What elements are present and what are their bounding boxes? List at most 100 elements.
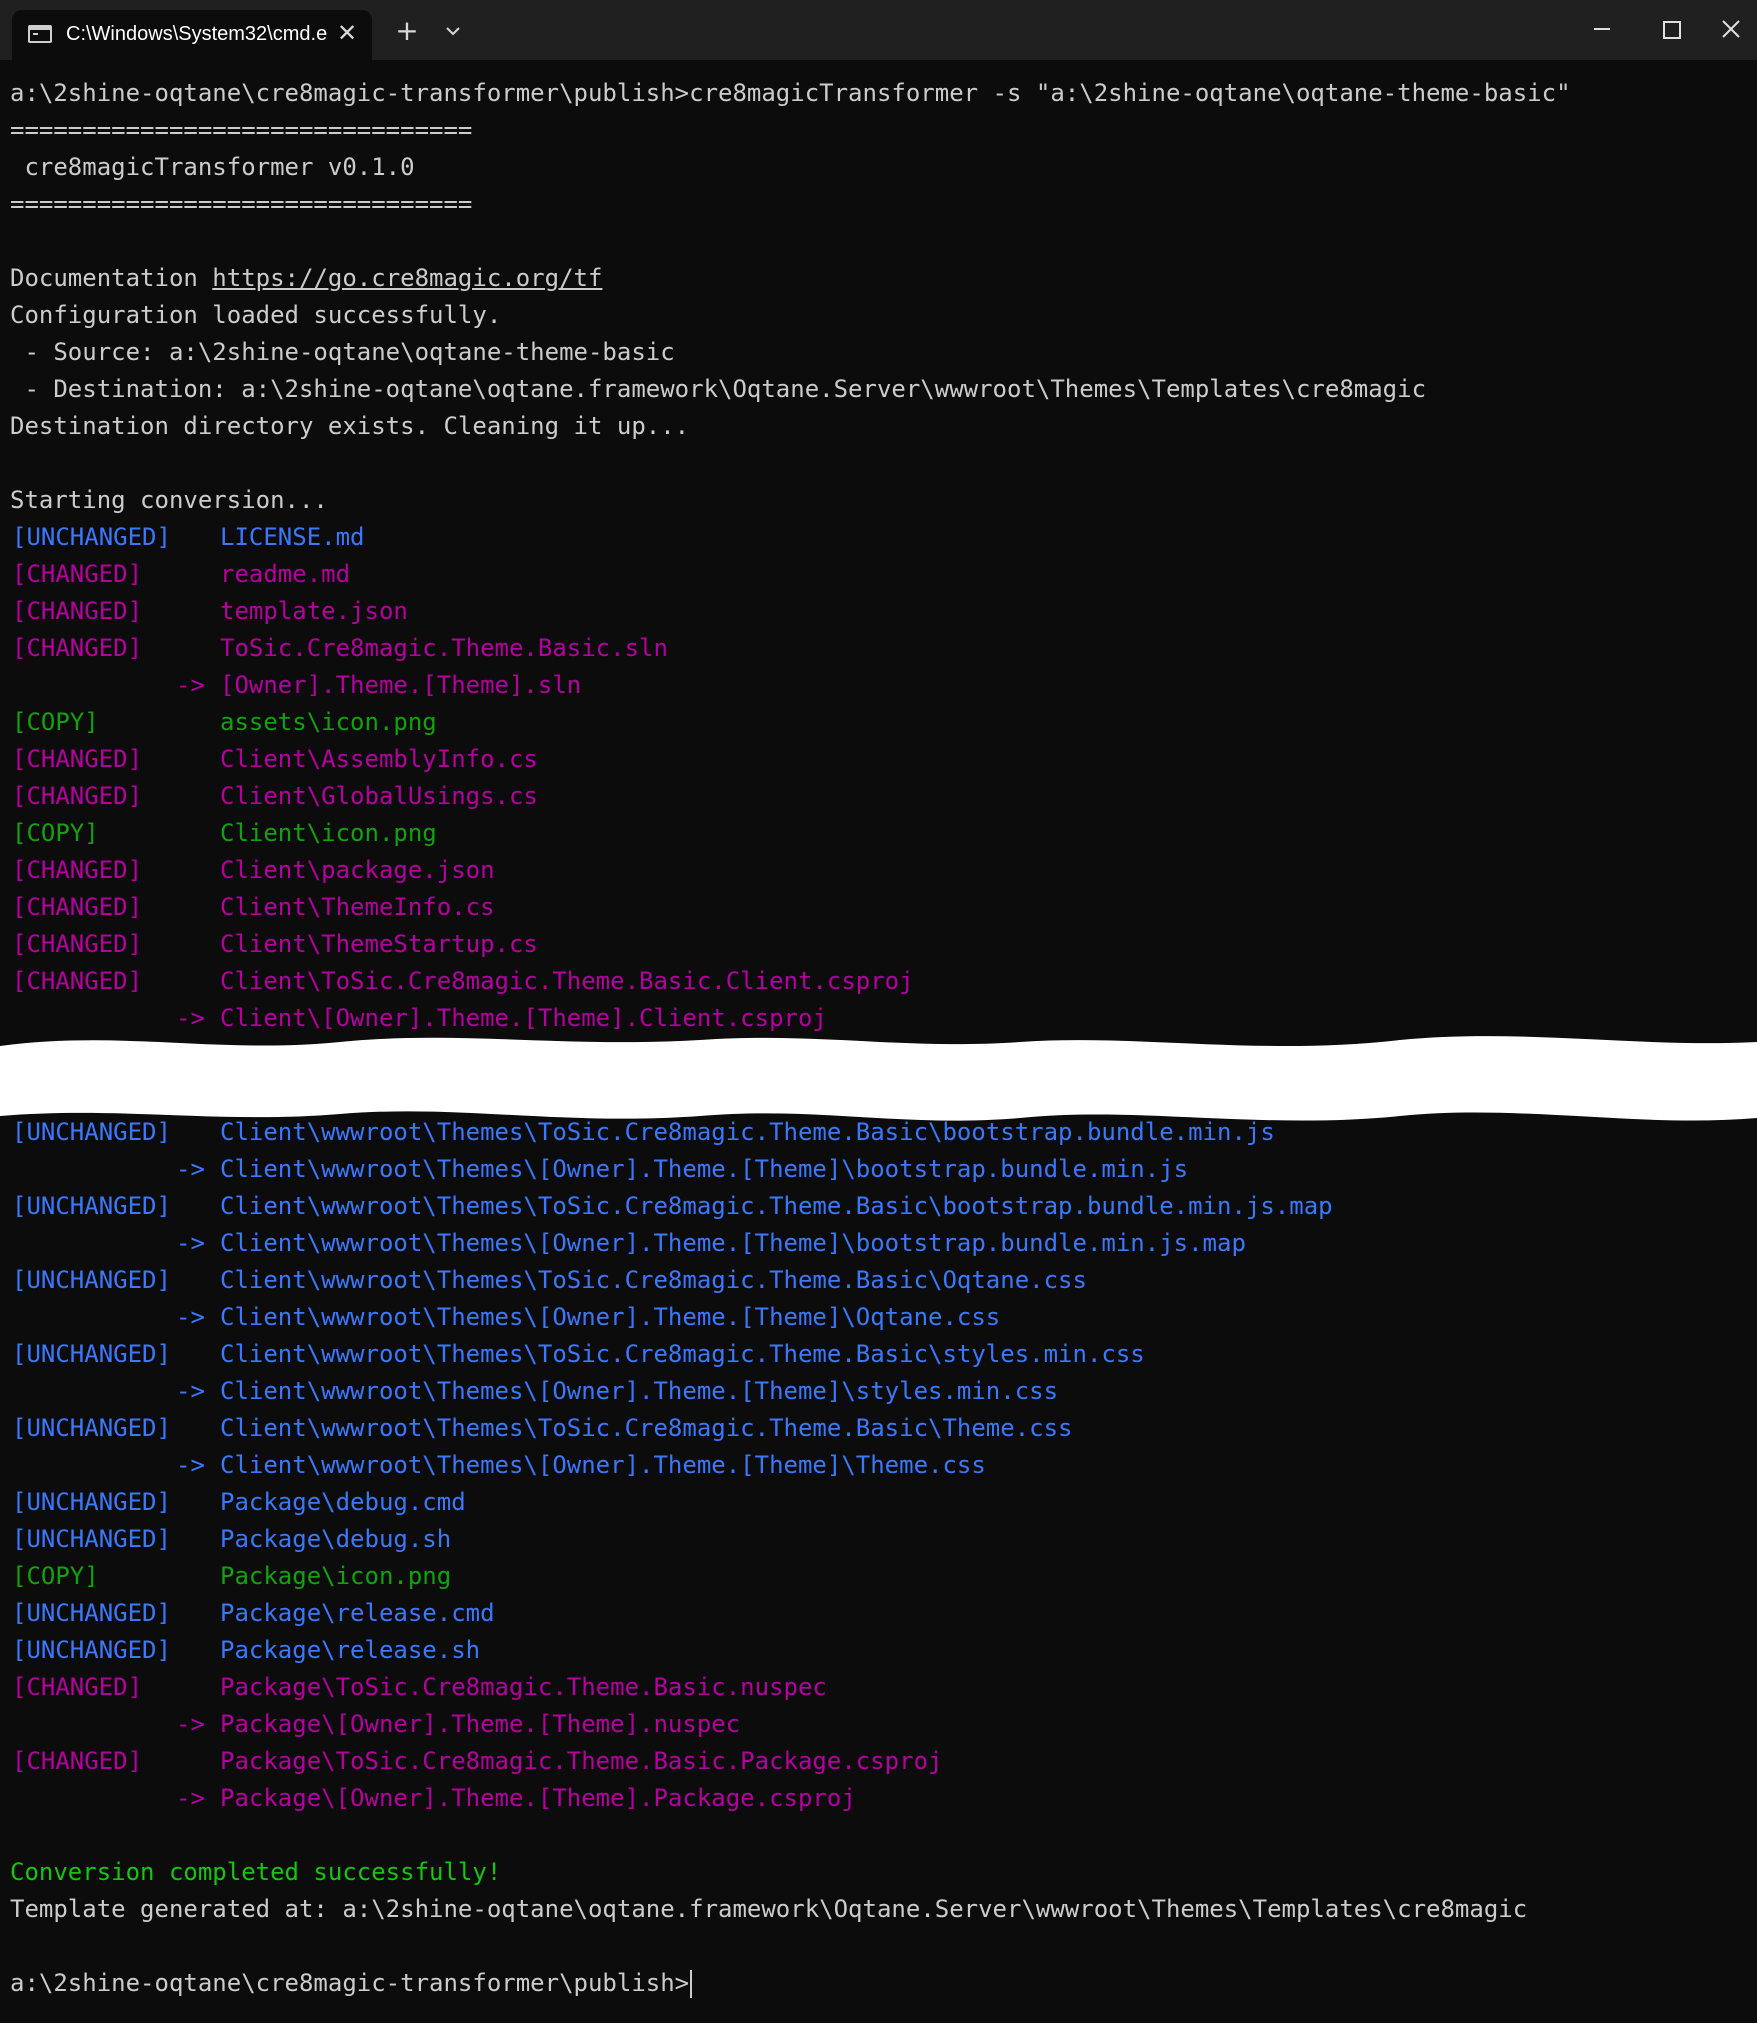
file-path: Package\icon.png [220, 1562, 452, 1590]
output-text: Template generated at: a:\2shine-oqtane\… [10, 1895, 1528, 1923]
output-text: Starting conversion... [10, 486, 328, 514]
command-prompt: a:\2shine-oqtane\cre8magic-transformer\p… [10, 1965, 693, 2002]
documentation-link[interactable]: https://go.cre8magic.org/tf [212, 264, 602, 292]
status-tag: [UNCHANGED] [12, 1636, 171, 1664]
status-tag: [CHANGED] [12, 856, 143, 884]
file-path: Client\ThemeStartup.cs [220, 930, 538, 958]
status-tag: [UNCHANGED] [12, 1599, 171, 1627]
terminal-line: -> Package\[Owner].Theme.[Theme].Package.… [0, 1780, 1757, 1817]
terminal-line: cre8magicTransformer v0.1.0 [0, 149, 1757, 186]
terminal-line: [CHANGED] Client\package.json [0, 852, 1757, 889]
terminal-line: Template generated at: a:\2shine-oqtane\… [0, 1891, 1757, 1928]
terminal-line: -> Package\[Owner].Theme.[Theme].nuspec [0, 1706, 1757, 1743]
output-text: ================================ [10, 116, 473, 144]
status-tag: [CHANGED] [12, 1747, 143, 1775]
terminal-line: [UNCHANGED] Package\release.cmd [0, 1595, 1757, 1632]
status-tag: [CHANGED] [12, 560, 143, 588]
rename-arrow: -> [176, 1303, 205, 1331]
terminal-line: Configuration loaded successfully. [0, 297, 1757, 334]
status-tag: [UNCHANGED] [12, 1488, 171, 1516]
status-tag: [CHANGED] [12, 634, 143, 662]
terminal-line: [CHANGED] Client\GlobalUsings.cs [0, 778, 1757, 815]
tab-cmd[interactable]: C:\Windows\System32\cmd.e ✕ [12, 10, 372, 60]
renamed-file-path: Client\wwwroot\Themes\[Owner].Theme.[The… [220, 1155, 1189, 1183]
file-path: Client\ThemeInfo.cs [220, 893, 495, 921]
terminal-line: [CHANGED] Client\ThemeStartup.cs [0, 926, 1757, 963]
file-path: template.json [220, 597, 408, 625]
terminal-line: [UNCHANGED] Client\wwwroot\Themes\ToSic.C… [0, 1336, 1757, 1373]
output-text: - Destination: a:\2shine-oqtane\oqtane.f… [10, 375, 1427, 403]
rename-arrow: -> [176, 1710, 205, 1738]
status-tag: [CHANGED] [12, 967, 143, 995]
terminal-output-bottom: [UNCHANGED] Client\wwwroot\Themes\ToSic.C… [0, 1114, 1757, 2002]
close-window-button[interactable] [1704, 0, 1757, 58]
rename-arrow: -> [176, 1784, 205, 1812]
renamed-file-path: Client\wwwroot\Themes\[Owner].Theme.[The… [220, 1229, 1246, 1257]
doc-label: Documentation [10, 264, 213, 292]
terminal-line: [UNCHANGED] Client\wwwroot\Themes\ToSic.C… [0, 1410, 1757, 1447]
renamed-file-path: Client\wwwroot\Themes\[Owner].Theme.[The… [220, 1377, 1059, 1405]
rename-arrow: -> [176, 1229, 205, 1257]
file-path: Package\release.cmd [220, 1599, 495, 1627]
terminal-line: -> Client\wwwroot\Themes\[Owner].Theme.[T… [0, 1151, 1757, 1188]
file-path: ToSic.Cre8magic.Theme.Basic.sln [220, 634, 668, 662]
terminal-line: [UNCHANGED] Package\debug.cmd [0, 1484, 1757, 1521]
file-path: LICENSE.md [220, 523, 365, 551]
terminal-line: a:\2shine-oqtane\cre8magic-transformer\p… [0, 75, 1757, 112]
terminal-line: [CHANGED] Package\ToSic.Cre8magic.Theme.B… [0, 1743, 1757, 1780]
terminal-line: [COPY] Package\icon.png [0, 1558, 1757, 1595]
file-path: Package\debug.cmd [220, 1488, 466, 1516]
terminal-line: [CHANGED] Client\ThemeInfo.cs [0, 889, 1757, 926]
close-tab-icon[interactable]: ✕ [330, 16, 364, 50]
terminal-line: [CHANGED] Client\AssemblyInfo.cs [0, 741, 1757, 778]
success-message: Conversion completed successfully! [10, 1858, 502, 1886]
file-path: Package\ToSic.Cre8magic.Theme.Basic.Pack… [220, 1747, 943, 1775]
status-tag: [COPY] [12, 708, 99, 736]
terminal-line: [CHANGED] ToSic.Cre8magic.Theme.Basic.sln [0, 630, 1757, 667]
text-cursor[interactable] [690, 1970, 693, 1998]
renamed-file-path: Client\wwwroot\Themes\[Owner].Theme.[The… [220, 1303, 1001, 1331]
file-path: Package\ToSic.Cre8magic.Theme.Basic.nusp… [220, 1673, 827, 1701]
status-tag: [UNCHANGED] [12, 1192, 171, 1220]
file-path: Package\debug.sh [220, 1525, 452, 1553]
rename-arrow: -> [176, 1451, 205, 1479]
terminal-line: ================================ [0, 112, 1757, 149]
prompt-path: a:\2shine-oqtane\cre8magic-transformer\p… [10, 1969, 690, 1997]
rename-arrow: -> [176, 1377, 205, 1405]
terminal-line: [CHANGED] readme.md [0, 556, 1757, 593]
terminal-line: - Destination: a:\2shine-oqtane\oqtane.f… [0, 371, 1757, 408]
terminal-line: [CHANGED] template.json [0, 593, 1757, 630]
file-path: Package\release.sh [220, 1636, 481, 1664]
output-text: Destination directory exists. Cleaning i… [10, 412, 690, 440]
terminal-icon [28, 25, 52, 43]
output-text: cre8magicTransformer v0.1.0 [10, 153, 415, 181]
output-text: a:\2shine-oqtane\cre8magic-transformer\p… [10, 79, 1571, 107]
terminal-line: [COPY] Client\icon.png [0, 815, 1757, 852]
file-path: Client\ToSic.Cre8magic.Theme.Basic.Clien… [220, 967, 914, 995]
terminal-line: -> Client\wwwroot\Themes\[Owner].Theme.[T… [0, 1373, 1757, 1410]
file-path: Client\package.json [220, 856, 495, 884]
new-tab-button[interactable]: + [390, 14, 424, 48]
terminal-line: Documentation https://go.cre8magic.org/t… [0, 260, 1757, 297]
terminal-line: [UNCHANGED] LICENSE.md [0, 519, 1757, 556]
status-tag: [CHANGED] [12, 1673, 143, 1701]
maximize-button[interactable] [1636, 0, 1704, 58]
torn-edge-break [0, 1036, 1757, 1121]
terminal-line: Starting conversion... [0, 482, 1757, 519]
tab-title: C:\Windows\System32\cmd.e [66, 23, 328, 45]
output-text: ================================ [10, 190, 473, 218]
terminal-line: [UNCHANGED] Package\release.sh [0, 1632, 1757, 1669]
output-text: Documentation https://go.cre8magic.org/t… [10, 260, 602, 297]
rename-arrow: -> [176, 1155, 205, 1183]
status-tag: [COPY] [12, 1562, 99, 1590]
chevron-down-icon[interactable] [436, 14, 470, 48]
terminal-line: -> Client\wwwroot\Themes\[Owner].Theme.[T… [0, 1225, 1757, 1262]
terminal-line: [UNCHANGED] Package\debug.sh [0, 1521, 1757, 1558]
status-tag: [UNCHANGED] [12, 1525, 171, 1553]
renamed-file-path: Client\wwwroot\Themes\[Owner].Theme.[The… [220, 1451, 986, 1479]
renamed-file-path: Package\[Owner].Theme.[Theme].nuspec [220, 1710, 741, 1738]
terminal-line: -> Client\wwwroot\Themes\[Owner].Theme.[T… [0, 1299, 1757, 1336]
minimize-button[interactable] [1568, 0, 1636, 58]
